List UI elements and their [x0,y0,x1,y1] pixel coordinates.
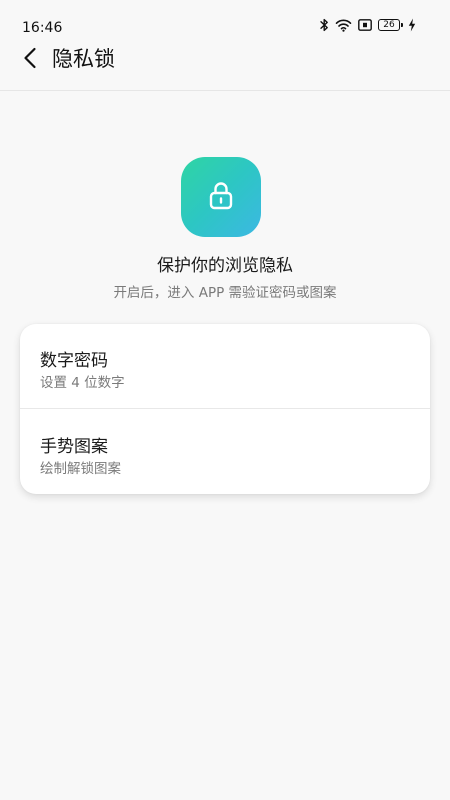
chevron-left-icon [23,47,37,73]
option-description: 设置 4 位数字 [40,375,125,391]
bluetooth-icon [320,18,329,32]
sim-icon [358,19,372,31]
hero-title: 保护你的浏览隐私 [157,256,293,276]
option-title: 数字密码 [40,351,108,371]
charging-icon [408,18,416,32]
wifi-icon [335,18,352,32]
status-bar: 16:46 26 [0,0,450,36]
option-title: 手势图案 [40,437,108,457]
lock-icon [208,180,234,214]
option-gesture-pattern[interactable]: 手势图案 绘制解锁图案 [20,410,430,494]
battery-icon: 26 [378,19,403,31]
status-time: 16:46 [22,20,63,36]
back-button[interactable] [14,44,46,76]
hero-subtitle: 开启后，进入 APP 需验证密码或图案 [113,285,337,301]
status-icons: 26 [320,17,416,33]
app-header: 隐私锁 [0,36,450,84]
privacy-lock-page: 16:46 26 隐私锁 保护你的浏览隐私 开启后，进入 APP 需验证密码或图… [0,0,450,800]
page-title: 隐私锁 [52,47,115,71]
option-numeric-password[interactable]: 数字密码 设置 4 位数字 [20,324,430,409]
option-description: 绘制解锁图案 [40,461,121,477]
lock-badge [181,157,261,237]
lock-options-card: 数字密码 设置 4 位数字 手势图案 绘制解锁图案 [20,324,430,494]
option-divider [20,408,430,409]
header-divider [0,90,450,91]
